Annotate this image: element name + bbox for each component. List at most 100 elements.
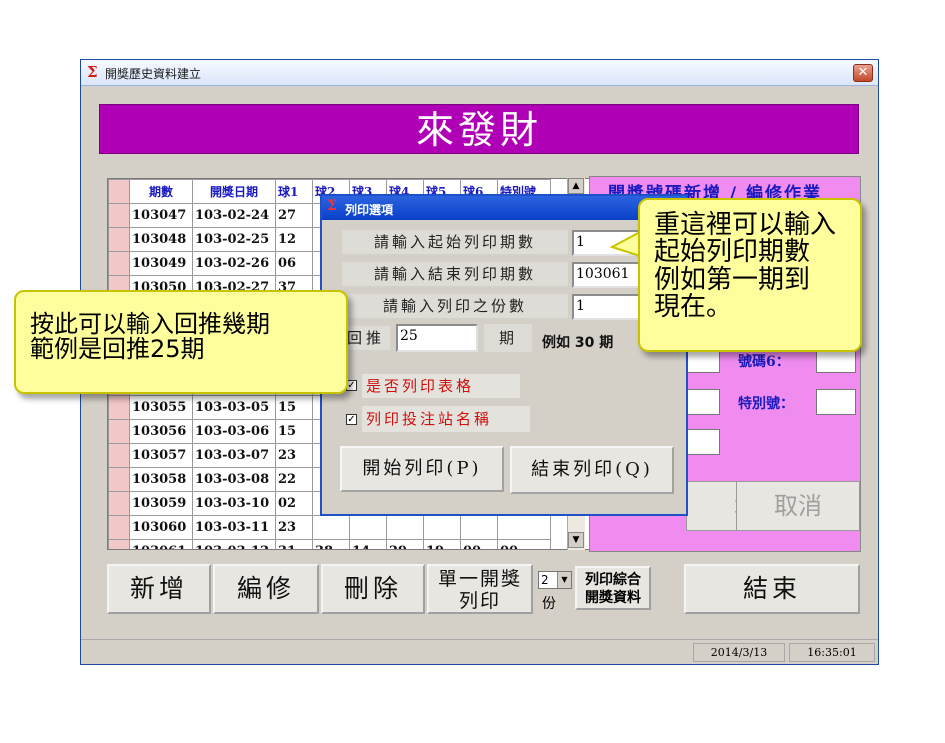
grid-cell[interactable]: 00 [460, 539, 498, 549]
row-selector[interactable] [108, 251, 130, 276]
grid-cell[interactable]: 23 [275, 443, 313, 468]
copies-count-input[interactable]: 1 [572, 294, 642, 320]
grid-cell[interactable]: 103059 [129, 491, 193, 516]
grid-cell[interactable]: 29 [386, 539, 424, 549]
row-selector[interactable] [108, 275, 130, 300]
end-period-input[interactable]: 103061 [572, 262, 642, 288]
single-print-button[interactable]: 單一開獎 列印 [427, 564, 533, 614]
number5-input[interactable] [686, 347, 720, 373]
grid-cell[interactable] [497, 515, 551, 540]
edit-button[interactable]: 編修 [213, 564, 319, 614]
grid-cell[interactable]: 103057 [129, 443, 193, 468]
special-number-input[interactable] [816, 389, 856, 415]
delete-button[interactable]: 刪除 [321, 564, 425, 614]
grid-cell[interactable]: 103055 [129, 395, 193, 420]
col-header-period[interactable]: 期數 [129, 179, 193, 204]
copies-select[interactable]: 2 ▼ [538, 571, 572, 589]
grid-cell[interactable]: 103-03-12 [192, 539, 276, 549]
print-summary-button[interactable]: 列印綜合 開獎資料 [575, 566, 651, 610]
row-selector[interactable] [108, 419, 130, 444]
number6-input[interactable] [816, 347, 856, 373]
grid-cell[interactable] [192, 299, 276, 324]
grid-cell[interactable] [192, 323, 276, 348]
row-selector[interactable] [108, 467, 130, 492]
row-selector[interactable] [108, 371, 130, 396]
grid-cell[interactable]: 103-03-06 [192, 419, 276, 444]
grid-cell[interactable]: 103-02-27 [192, 275, 276, 300]
grid-cell[interactable]: 103-03-08 [192, 467, 276, 492]
grid-cell[interactable]: 00 [497, 539, 551, 549]
row-selector[interactable] [108, 323, 130, 348]
grid-cell[interactable]: 103061 [129, 539, 193, 549]
grid-cell[interactable] [129, 299, 193, 324]
grid-cell[interactable]: 06 [275, 251, 313, 276]
grid-cell[interactable] [129, 347, 193, 372]
grid-cell[interactable] [275, 371, 313, 396]
row-selector[interactable] [108, 491, 130, 516]
print-station-checkbox[interactable]: ✓ [346, 414, 357, 425]
row-selector[interactable] [108, 515, 130, 540]
grid-cell[interactable] [192, 347, 276, 372]
grid-cell[interactable]: 27 [275, 203, 313, 228]
table-row[interactable]: 103061103-03-1231381429190000 [108, 539, 551, 549]
row-selector[interactable] [108, 227, 130, 252]
grid-cell[interactable]: 37 [275, 275, 313, 300]
grid-cell[interactable]: 103-03-10 [192, 491, 276, 516]
grid-cell[interactable]: 103-02-26 [192, 251, 276, 276]
row-selector[interactable] [108, 203, 130, 228]
start-print-button[interactable]: 開始列印(P) [340, 446, 504, 492]
scroll-down-button[interactable]: ▼ [568, 532, 584, 548]
grid-cell[interactable]: 15 [275, 419, 313, 444]
grid-cell[interactable]: 103058 [129, 467, 193, 492]
grid-cell[interactable] [423, 515, 461, 540]
row-selector[interactable] [108, 443, 130, 468]
grid-cell[interactable]: 19 [423, 539, 461, 549]
grid-cell[interactable]: 14 [349, 539, 387, 549]
row-selector[interactable] [108, 347, 130, 372]
grid-cell[interactable]: 103-02-25 [192, 227, 276, 252]
grid-cell[interactable] [312, 515, 350, 540]
grid-cell[interactable]: 103050 [129, 275, 193, 300]
number-input-b[interactable] [686, 429, 720, 455]
grid-cell[interactable] [349, 515, 387, 540]
add-button[interactable]: 新增 [107, 564, 211, 614]
grid-cell[interactable]: 31 [275, 539, 313, 549]
grid-cell[interactable]: 103060 [129, 515, 193, 540]
grid-cell[interactable]: 103-03-11 [192, 515, 276, 540]
number-input-a[interactable] [686, 389, 720, 415]
grid-cell[interactable]: 02 [275, 491, 313, 516]
grid-cell[interactable] [275, 323, 313, 348]
row-selector[interactable] [108, 395, 130, 420]
grid-cell[interactable]: 22 [275, 467, 313, 492]
grid-cell[interactable]: 12 [275, 227, 313, 252]
col-header-date[interactable]: 開獎日期 [192, 179, 276, 204]
grid-cell[interactable]: 103-03-07 [192, 443, 276, 468]
grid-cell[interactable] [275, 299, 313, 324]
grid-cell[interactable]: 103-03-05 [192, 395, 276, 420]
chevron-down-icon[interactable]: ▼ [557, 572, 571, 588]
grid-cell[interactable] [275, 347, 313, 372]
grid-cell[interactable]: 23 [275, 515, 313, 540]
grid-cell[interactable]: 103056 [129, 419, 193, 444]
close-button[interactable]: ✕ [853, 64, 873, 82]
col-header-ball1[interactable]: 球1 [275, 179, 313, 204]
grid-cell[interactable] [386, 515, 424, 540]
grid-cell[interactable]: 103047 [129, 203, 193, 228]
end-print-button[interactable]: 結束列印(Q) [510, 446, 674, 494]
grid-cell[interactable]: 103048 [129, 227, 193, 252]
grid-cell[interactable]: 38 [312, 539, 350, 549]
grid-cell[interactable]: 103049 [129, 251, 193, 276]
scroll-up-button[interactable]: ▲ [568, 178, 584, 194]
grid-cell[interactable]: 15 [275, 395, 313, 420]
grid-cell[interactable] [129, 323, 193, 348]
row-selector[interactable] [108, 539, 130, 549]
grid-cell[interactable] [192, 371, 276, 396]
grid-cell[interactable]: 103-02-24 [192, 203, 276, 228]
print-table-checkbox[interactable]: ✓ [346, 380, 357, 391]
exit-button[interactable]: 結束 [684, 564, 860, 614]
table-row[interactable]: 103060 103-03-11 23 [108, 515, 551, 540]
back-count-input[interactable]: 25 [396, 324, 478, 352]
row-selector[interactable] [108, 299, 130, 324]
grid-cell[interactable] [460, 515, 498, 540]
start-period-input[interactable]: 1 [572, 230, 642, 256]
